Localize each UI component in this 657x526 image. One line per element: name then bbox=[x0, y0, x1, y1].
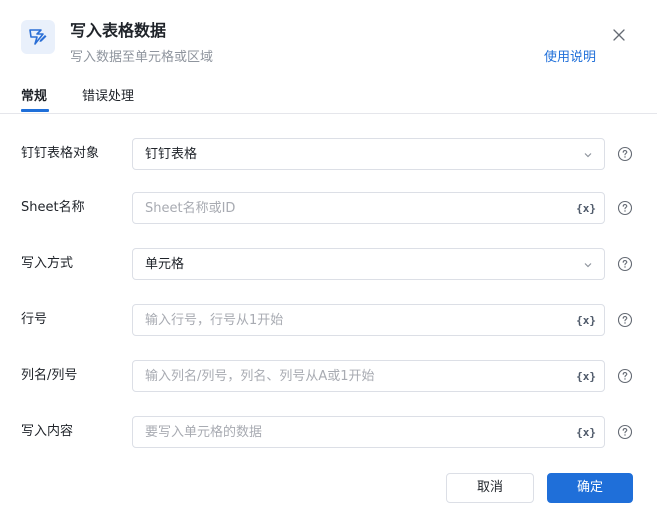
variable-icon[interactable]: {x} bbox=[576, 426, 596, 440]
variable-icon[interactable]: {x} bbox=[576, 314, 596, 328]
help-icon[interactable] bbox=[617, 146, 633, 162]
chevron-down-icon bbox=[584, 153, 592, 158]
help-link[interactable]: 使用说明 bbox=[544, 49, 596, 67]
chevron-down-icon bbox=[584, 263, 592, 268]
active-tab-indicator bbox=[21, 109, 49, 112]
field-label: 列名/列号 bbox=[21, 368, 78, 383]
variable-icon[interactable]: {x} bbox=[576, 370, 596, 384]
help-icon[interactable] bbox=[617, 424, 633, 440]
dialog-title: 写入表格数据 bbox=[70, 21, 167, 40]
content-input[interactable]: 要写入单元格的数据 {x} bbox=[132, 416, 605, 448]
select-value: 单元格 bbox=[145, 257, 185, 272]
dingtalk-sheet-select[interactable]: 钉钉表格 bbox=[132, 138, 605, 170]
form-row-dingtalk-sheet-object: 钉钉表格对象 钉钉表格 bbox=[0, 138, 657, 170]
tab-error-handling[interactable]: 错误处理 bbox=[82, 88, 134, 106]
input-placeholder: Sheet名称或ID bbox=[145, 201, 236, 216]
tab-general[interactable]: 常规 bbox=[21, 88, 47, 106]
input-placeholder: 输入列名/列号，列名、列号从A或1开始 bbox=[145, 369, 375, 384]
close-button[interactable] bbox=[610, 26, 628, 44]
form-row-sheet-name: Sheet名称 Sheet名称或ID {x} bbox=[0, 192, 657, 224]
form-row-content: 写入内容 要写入单元格的数据 {x} bbox=[0, 416, 657, 448]
write-mode-select[interactable]: 单元格 bbox=[132, 248, 605, 280]
help-icon[interactable] bbox=[617, 368, 633, 384]
form-row-column: 列名/列号 输入列名/列号，列名、列号从A或1开始 {x} bbox=[0, 360, 657, 392]
cancel-button[interactable]: 取消 bbox=[446, 473, 534, 503]
dialog-subtitle: 写入数据至单元格或区域 bbox=[70, 50, 214, 65]
close-icon bbox=[613, 29, 625, 41]
variable-icon[interactable]: {x} bbox=[576, 202, 596, 216]
help-icon[interactable] bbox=[617, 312, 633, 328]
row-number-input[interactable]: 输入行号，行号从1开始 {x} bbox=[132, 304, 605, 336]
tab-bar: 常规 错误处理 bbox=[0, 86, 657, 114]
form-row-row-number: 行号 输入行号，行号从1开始 {x} bbox=[0, 304, 657, 336]
column-input[interactable]: 输入列名/列号，列名、列号从A或1开始 {x} bbox=[132, 360, 605, 392]
field-label: 写入方式 bbox=[21, 256, 74, 271]
input-placeholder: 输入行号，行号从1开始 bbox=[145, 313, 284, 328]
help-icon[interactable] bbox=[617, 200, 633, 216]
help-icon[interactable] bbox=[617, 256, 633, 272]
field-label: 写入内容 bbox=[21, 424, 74, 439]
field-label: 钉钉表格对象 bbox=[21, 146, 100, 161]
sheet-name-input[interactable]: Sheet名称或ID {x} bbox=[132, 192, 605, 224]
field-label: 行号 bbox=[21, 312, 48, 327]
app-icon bbox=[21, 20, 55, 54]
confirm-button[interactable]: 确定 bbox=[547, 473, 633, 503]
field-label: Sheet名称 bbox=[21, 200, 85, 215]
form-row-write-mode: 写入方式 单元格 bbox=[0, 248, 657, 280]
select-value: 钉钉表格 bbox=[145, 147, 198, 162]
input-placeholder: 要写入单元格的数据 bbox=[145, 425, 263, 440]
